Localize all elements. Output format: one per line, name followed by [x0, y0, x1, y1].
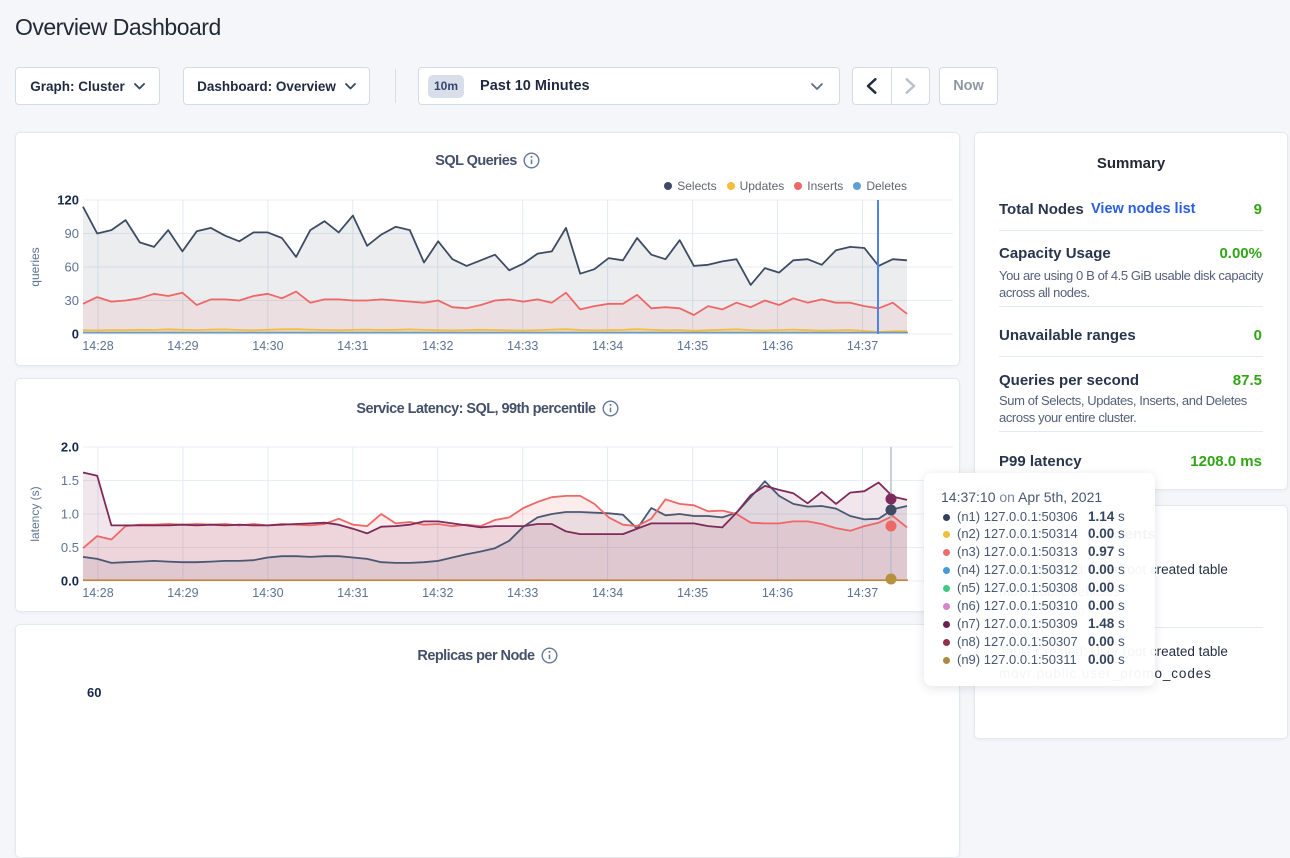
svg-text:14:29: 14:29: [167, 586, 198, 600]
svg-text:14:28: 14:28: [82, 339, 113, 353]
svg-text:14:28: 14:28: [82, 586, 113, 600]
svg-text:14:29: 14:29: [167, 339, 198, 353]
svg-text:14:30: 14:30: [252, 586, 283, 600]
svg-text:14:31: 14:31: [337, 339, 368, 353]
svg-text:14:32: 14:32: [422, 339, 453, 353]
svg-text:14:36: 14:36: [762, 586, 793, 600]
svg-text:14:31: 14:31: [337, 586, 368, 600]
svg-text:0: 0: [72, 327, 79, 342]
svg-text:14:37: 14:37: [847, 339, 878, 353]
svg-text:14:36: 14:36: [762, 339, 793, 353]
svg-text:14:34: 14:34: [592, 339, 623, 353]
svg-text:30: 30: [65, 293, 79, 308]
svg-text:0.5: 0.5: [61, 540, 79, 555]
svg-text:90: 90: [65, 226, 79, 241]
svg-text:2.0: 2.0: [61, 440, 79, 455]
svg-text:14:35: 14:35: [677, 339, 708, 353]
svg-text:14:37: 14:37: [847, 586, 878, 600]
svg-text:14:30: 14:30: [252, 339, 283, 353]
svg-text:1.5: 1.5: [61, 473, 79, 488]
svg-text:latency (s): latency (s): [28, 486, 42, 541]
svg-text:14:34: 14:34: [592, 586, 623, 600]
svg-text:14:32: 14:32: [422, 586, 453, 600]
svg-text:14:33: 14:33: [507, 339, 538, 353]
svg-text:120: 120: [57, 193, 79, 208]
svg-text:1.0: 1.0: [61, 507, 79, 522]
svg-text:0.0: 0.0: [61, 574, 79, 589]
svg-text:14:33: 14:33: [507, 586, 538, 600]
svg-text:14:35: 14:35: [677, 586, 708, 600]
svg-text:60: 60: [65, 260, 79, 275]
svg-text:queries: queries: [28, 247, 42, 286]
